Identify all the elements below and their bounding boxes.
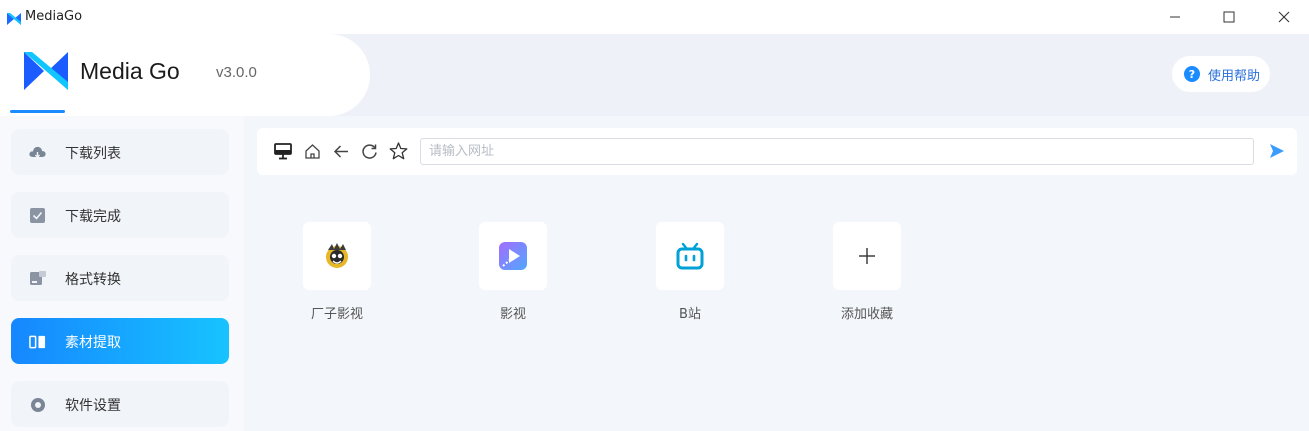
- bookmark-tile: [833, 222, 901, 290]
- bookmark-item[interactable]: B站: [642, 222, 738, 332]
- video-play-icon: [499, 242, 527, 270]
- home-icon[interactable]: [301, 140, 323, 162]
- window-title: MediaGo: [25, 9, 83, 24]
- sidebar-item-label: 软件设置: [65, 398, 121, 414]
- close-icon: [1278, 11, 1290, 23]
- bookmark-item[interactable]: 厂子影视: [289, 222, 385, 332]
- version-label: v3.0.0: [216, 64, 257, 81]
- bookmark-tile: [303, 222, 371, 290]
- add-bookmark-button[interactable]: 添加收藏: [819, 222, 915, 332]
- monitor-icon[interactable]: [272, 140, 294, 162]
- bookmark-tile: [656, 222, 724, 290]
- brand-card: Media Go v3.0.0: [0, 34, 370, 116]
- character-logo-icon: [326, 243, 348, 268]
- cloud-download-icon: [29, 144, 46, 161]
- extract-icon: [29, 333, 46, 350]
- bookmark-label: 添加收藏: [840, 307, 893, 322]
- sidebar-item-download-complete[interactable]: 下载完成: [11, 192, 229, 238]
- help-button[interactable]: ? 使用帮助: [1172, 56, 1271, 92]
- bilibili-tv-icon: [676, 242, 704, 270]
- close-button[interactable]: [1262, 0, 1306, 34]
- maximize-icon: [1223, 11, 1235, 23]
- minimize-icon: [1170, 16, 1180, 18]
- sidebar-item-label: 下载完成: [65, 209, 121, 225]
- brand-underline: [10, 110, 65, 113]
- sidebar-item-label: 下载列表: [65, 146, 121, 162]
- window-titlebar: MediaGo: [0, 0, 1309, 34]
- minimize-button[interactable]: [1153, 0, 1197, 34]
- sidebar-item-download-list[interactable]: 下载列表: [11, 129, 229, 175]
- brand-logo-icon: [24, 52, 68, 94]
- refresh-icon[interactable]: [358, 140, 380, 162]
- browser-toolbar: [257, 128, 1297, 175]
- bookmark-tile: [479, 222, 547, 290]
- sidebar: 下载列表 下载完成 格式转换 素材提取 软件设置: [0, 116, 244, 431]
- bookmark-label: B站: [679, 307, 701, 322]
- app-logo-icon: [7, 10, 21, 29]
- sidebar-item-label: 格式转换: [65, 272, 121, 288]
- convert-icon: [29, 270, 46, 287]
- app-header: Media Go v3.0.0 ? 使用帮助: [0, 34, 1309, 116]
- star-icon[interactable]: [387, 140, 409, 162]
- maximize-button[interactable]: [1207, 0, 1251, 34]
- back-arrow-icon[interactable]: [330, 140, 352, 162]
- bookmark-label: 影视: [499, 307, 526, 322]
- sidebar-item-label: 素材提取: [65, 335, 121, 351]
- check-box-icon: [29, 207, 46, 224]
- settings-icon: [29, 396, 46, 413]
- send-arrow-icon: [1270, 144, 1284, 158]
- help-label: 使用帮助: [1208, 68, 1261, 84]
- bookmark-item[interactable]: 影视: [465, 222, 561, 332]
- help-icon: ?: [1184, 66, 1200, 82]
- sidebar-item-material-extract[interactable]: 素材提取: [11, 318, 229, 364]
- sidebar-item-settings[interactable]: 软件设置: [11, 381, 229, 427]
- brand-name: Media Go: [80, 58, 180, 84]
- go-button[interactable]: [1268, 142, 1288, 162]
- bookmark-label: 厂子影视: [310, 307, 363, 322]
- url-input[interactable]: [420, 138, 1254, 165]
- plus-icon: [859, 248, 875, 264]
- sidebar-item-format-convert[interactable]: 格式转换: [11, 255, 229, 301]
